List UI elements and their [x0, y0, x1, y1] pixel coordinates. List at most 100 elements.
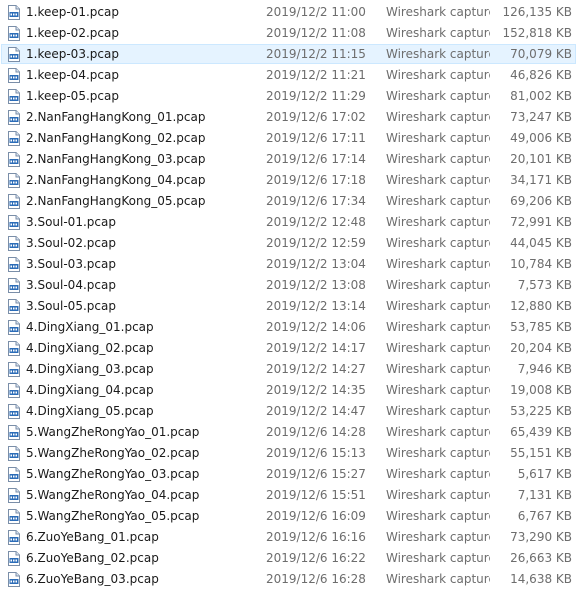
- file-date-modified: 2019/12/2 14:47: [266, 404, 366, 418]
- file-date-modified: 2019/12/2 13:08: [266, 278, 366, 292]
- file-row[interactable]: 4.DingXiang_04.pcap 2019/12/2 14:35 Wire…: [0, 380, 588, 401]
- file-date-modified: 2019/12/2 14:27: [266, 362, 366, 376]
- file-type: Wireshark capture file: [386, 152, 490, 166]
- file-row[interactable]: 3.Soul-03.pcap 2019/12/2 13:04 Wireshark…: [0, 254, 588, 275]
- pcap-file-icon: [8, 236, 20, 251]
- file-date-modified: 2019/12/6 17:14: [266, 152, 366, 166]
- pcap-file-icon: [8, 446, 20, 461]
- file-name: 1.keep-01.pcap: [26, 5, 119, 19]
- file-name: 3.Soul-03.pcap: [26, 257, 116, 271]
- file-row[interactable]: 6.ZuoYeBang_01.pcap 2019/12/6 16:16 Wire…: [0, 527, 588, 548]
- file-type: Wireshark capture file: [386, 110, 490, 124]
- file-date-modified: 2019/12/6 14:28: [266, 425, 366, 439]
- file-row[interactable]: 1.keep-01.pcap 2019/12/2 11:00 Wireshark…: [0, 2, 588, 23]
- pcap-file-icon: [8, 467, 20, 482]
- file-type: Wireshark capture file: [386, 257, 490, 271]
- file-size: 12,880 KB: [510, 299, 572, 313]
- file-size: 65,439 KB: [510, 425, 572, 439]
- file-date-modified: 2019/12/6 17:34: [266, 194, 366, 208]
- file-date-modified: 2019/12/2 13:04: [266, 257, 366, 271]
- file-size: 7,946 KB: [517, 362, 572, 376]
- pcap-file-icon: [8, 47, 20, 62]
- file-row[interactable]: 4.DingXiang_01.pcap 2019/12/2 14:06 Wire…: [0, 317, 588, 338]
- file-size: 81,002 KB: [510, 89, 572, 103]
- file-name: 5.WangZheRongYao_01.pcap: [26, 425, 200, 439]
- file-date-modified: 2019/12/2 11:08: [266, 26, 366, 40]
- file-row[interactable]: 2.NanFangHangKong_03.pcap 2019/12/6 17:1…: [0, 149, 588, 170]
- file-row[interactable]: 5.WangZheRongYao_05.pcap 2019/12/6 16:09…: [0, 506, 588, 527]
- file-row[interactable]: 2.NanFangHangKong_01.pcap 2019/12/6 17:0…: [0, 107, 588, 128]
- file-name: 5.WangZheRongYao_05.pcap: [26, 509, 200, 523]
- pcap-file-icon: [8, 278, 20, 293]
- file-row[interactable]: 4.DingXiang_05.pcap 2019/12/2 14:47 Wire…: [0, 401, 588, 422]
- file-row[interactable]: 4.DingXiang_03.pcap 2019/12/2 14:27 Wire…: [0, 359, 588, 380]
- file-row[interactable]: 6.ZuoYeBang_02.pcap 2019/12/6 16:22 Wire…: [0, 548, 588, 569]
- file-type: Wireshark capture file: [386, 446, 490, 460]
- file-name: 1.keep-02.pcap: [26, 26, 119, 40]
- file-type: Wireshark capture file: [386, 404, 490, 418]
- pcap-file-icon: [8, 131, 20, 146]
- pcap-file-icon: [8, 257, 20, 272]
- file-type: Wireshark capture file: [386, 89, 490, 103]
- file-type: Wireshark capture file: [386, 383, 490, 397]
- file-type: Wireshark capture file: [386, 173, 490, 187]
- file-date-modified: 2019/12/6 17:18: [266, 173, 366, 187]
- file-date-modified: 2019/12/6 16:16: [266, 530, 366, 544]
- file-row[interactable]: 4.DingXiang_02.pcap 2019/12/2 14:17 Wire…: [0, 338, 588, 359]
- file-name: 6.ZuoYeBang_02.pcap: [26, 551, 159, 565]
- file-row[interactable]: 5.WangZheRongYao_02.pcap 2019/12/6 15:13…: [0, 443, 588, 464]
- file-row[interactable]: 3.Soul-04.pcap 2019/12/2 13:08 Wireshark…: [0, 275, 588, 296]
- file-row[interactable]: 5.WangZheRongYao_03.pcap 2019/12/6 15:27…: [0, 464, 588, 485]
- file-type: Wireshark capture file: [386, 362, 490, 376]
- file-row[interactable]: 2.NanFangHangKong_05.pcap 2019/12/6 17:3…: [0, 191, 588, 212]
- file-size: 44,045 KB: [510, 236, 572, 250]
- file-size: 53,785 KB: [510, 320, 572, 334]
- file-date-modified: 2019/12/2 14:35: [266, 383, 366, 397]
- file-date-modified: 2019/12/2 12:48: [266, 215, 366, 229]
- file-date-modified: 2019/12/2 14:06: [266, 320, 366, 334]
- file-size: 34,171 KB: [510, 173, 572, 187]
- file-type: Wireshark capture file: [386, 131, 490, 145]
- file-name: 5.WangZheRongYao_03.pcap: [26, 467, 200, 481]
- file-name: 1.keep-03.pcap: [26, 47, 119, 61]
- file-row[interactable]: 2.NanFangHangKong_04.pcap 2019/12/6 17:1…: [0, 170, 588, 191]
- file-row[interactable]: 5.WangZheRongYao_01.pcap 2019/12/6 14:28…: [0, 422, 588, 443]
- pcap-file-icon: [8, 383, 20, 398]
- file-date-modified: 2019/12/6 17:11: [266, 131, 366, 145]
- file-type: Wireshark capture file: [386, 236, 490, 250]
- file-type: Wireshark capture file: [386, 488, 490, 502]
- pcap-file-icon: [8, 5, 20, 20]
- file-name: 5.WangZheRongYao_02.pcap: [26, 446, 200, 460]
- file-name: 1.keep-05.pcap: [26, 89, 119, 103]
- file-date-modified: 2019/12/6 17:02: [266, 110, 366, 124]
- file-date-modified: 2019/12/6 15:51: [266, 488, 366, 502]
- file-size: 20,101 KB: [510, 152, 572, 166]
- file-name: 4.DingXiang_05.pcap: [26, 404, 154, 418]
- file-row[interactable]: 5.WangZheRongYao_04.pcap 2019/12/6 15:51…: [0, 485, 588, 506]
- file-size: 5,617 KB: [517, 467, 572, 481]
- pcap-file-icon: [8, 215, 20, 230]
- file-row[interactable]: 1.keep-02.pcap 2019/12/2 11:08 Wireshark…: [0, 23, 588, 44]
- pcap-file-icon: [8, 362, 20, 377]
- file-row[interactable]: 1.keep-03.pcap 2019/12/2 11:15 Wireshark…: [0, 44, 588, 65]
- pcap-file-icon: [8, 425, 20, 440]
- file-row[interactable]: 1.keep-04.pcap 2019/12/2 11:21 Wireshark…: [0, 65, 588, 86]
- file-type: Wireshark capture file: [386, 5, 490, 19]
- file-type: Wireshark capture file: [386, 47, 490, 61]
- file-name: 4.DingXiang_04.pcap: [26, 383, 154, 397]
- file-name: 3.Soul-04.pcap: [26, 278, 116, 292]
- file-row[interactable]: 3.Soul-02.pcap 2019/12/2 12:59 Wireshark…: [0, 233, 588, 254]
- file-type: Wireshark capture file: [386, 509, 490, 523]
- file-row[interactable]: 3.Soul-01.pcap 2019/12/2 12:48 Wireshark…: [0, 212, 588, 233]
- file-row[interactable]: 3.Soul-05.pcap 2019/12/2 13:14 Wireshark…: [0, 296, 588, 317]
- pcap-file-icon: [8, 152, 20, 167]
- pcap-file-icon: [8, 26, 20, 41]
- pcap-file-icon: [8, 509, 20, 524]
- file-date-modified: 2019/12/2 11:21: [266, 68, 366, 82]
- file-date-modified: 2019/12/2 11:29: [266, 89, 366, 103]
- file-row[interactable]: 2.NanFangHangKong_02.pcap 2019/12/6 17:1…: [0, 128, 588, 149]
- file-row[interactable]: 1.keep-05.pcap 2019/12/2 11:29 Wireshark…: [0, 86, 588, 107]
- file-size: 72,991 KB: [510, 215, 572, 229]
- file-size: 126,135 KB: [502, 5, 572, 19]
- file-name: 4.DingXiang_02.pcap: [26, 341, 154, 355]
